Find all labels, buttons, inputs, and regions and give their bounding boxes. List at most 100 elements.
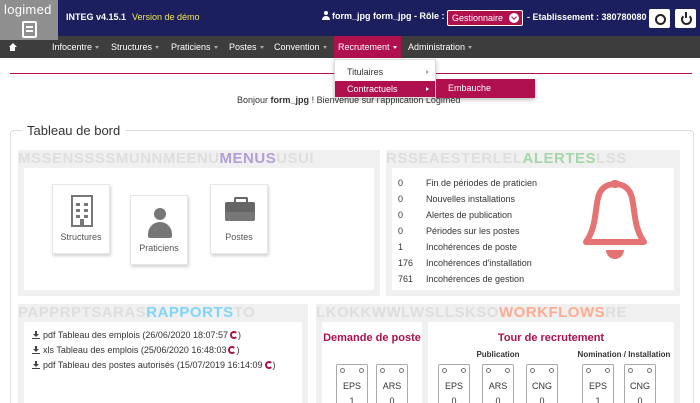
- download-icon: [32, 361, 40, 369]
- circle-icon: [399, 368, 404, 373]
- workflow-box-label: CNG: [532, 381, 552, 391]
- logimed-logo[interactable]: logimed: [0, 0, 58, 40]
- circle-icon: [380, 368, 385, 373]
- circle-icon: [586, 368, 591, 373]
- nav-item-label: Postes: [229, 42, 257, 52]
- workflows-bg-tail: RE: [605, 304, 627, 321]
- nav-item-label: Administration: [408, 42, 466, 52]
- nav-item-label: Praticiens: [171, 42, 211, 52]
- nav-item-administration[interactable]: Administration: [404, 36, 476, 58]
- alert-count: 761: [398, 274, 414, 284]
- greeting-prefix: Bonjour: [237, 95, 269, 105]
- workflow-box-ars[interactable]: ARS 0: [376, 364, 408, 403]
- greeting-user: form_jpg: [270, 95, 310, 105]
- circle-icon: [486, 368, 491, 373]
- role-select[interactable]: Gestionnaire: [447, 10, 523, 26]
- report-label: Tableau des emplois (26/06/2020 18:07:57: [57, 330, 228, 340]
- nav-item-praticiens[interactable]: Praticiens: [167, 36, 222, 58]
- submenu-item-embauche[interactable]: Embauche: [436, 79, 535, 98]
- circle-icon: [530, 368, 535, 373]
- caret-down-icon: [155, 46, 160, 49]
- workflow-box-label: EPS: [588, 381, 607, 391]
- alertes-title: ALERTES: [522, 150, 597, 167]
- circle-icon: [359, 368, 364, 373]
- tile-label: Postes: [225, 232, 253, 242]
- alertes-card: 0 Fin de périodes de praticien 0 Nouvelles…: [392, 168, 674, 290]
- report-row[interactable]: pdf Tableau des postes autorisés (15/07/…: [32, 360, 276, 372]
- workflows-title: WORKFLOWS: [498, 304, 606, 321]
- nav-item-recrutement[interactable]: Recrutement: [334, 36, 401, 58]
- alertes-bg-text: RSSEAESTERLEL: [386, 150, 523, 167]
- caret-down-icon: [468, 46, 473, 49]
- workflow-box-eps[interactable]: EPS 0: [438, 364, 470, 403]
- publication-label: Publication: [476, 350, 520, 359]
- nav-item-convention[interactable]: Convention: [270, 36, 331, 58]
- tile-label: Praticiens: [139, 243, 179, 253]
- nav-item-postes[interactable]: Postes: [225, 36, 268, 58]
- circle-icon: [647, 368, 652, 373]
- alertes-bg-tail: LSS: [596, 150, 627, 167]
- workflow-box-eps[interactable]: EPS 1: [582, 364, 614, 403]
- dropdown-item-label: Titulaires: [347, 67, 384, 77]
- menus-panel: MSSENSSSSMUNNMEENUMENUSUSUI Structures P…: [18, 150, 380, 296]
- workflow-box-value: 0: [539, 396, 545, 403]
- refresh-icon[interactable]: [230, 331, 238, 339]
- rapports-header: PAPPRPTSARASRAPPORTSTO: [18, 304, 308, 322]
- dropdown-item-titulaires[interactable]: Titulaires: [335, 64, 435, 80]
- chevron-down-icon: [509, 13, 519, 23]
- role-value: Gestionnaire: [452, 13, 504, 23]
- workflow-box-value: 1: [349, 396, 355, 403]
- workflow-box-value: 1: [595, 396, 601, 403]
- circle-icon: [549, 368, 554, 373]
- alert-label: Incohérences de gestion: [426, 274, 525, 284]
- tile-label: Structures: [60, 232, 102, 242]
- nav-item-label: Structures: [111, 42, 153, 52]
- report-type: xls: [43, 345, 54, 355]
- rapports-panel: PAPPRPTSARASRAPPORTSTO pdf Tableau des e…: [18, 304, 308, 403]
- alert-count: 0: [398, 210, 404, 220]
- workflow-box-value: 0: [637, 396, 643, 403]
- workflow-box-cng[interactable]: CNG 0: [526, 364, 558, 403]
- demande-poste-card: Demande de poste EPS 1 ARS 0: [322, 322, 422, 403]
- workflow-box-eps[interactable]: EPS 1: [336, 364, 368, 403]
- alert-label: Incohérences d'installation: [426, 258, 532, 268]
- alert-count: 0: [398, 226, 404, 236]
- workflow-box-label: ARS: [382, 381, 402, 391]
- workflow-box-cng[interactable]: CNG 0: [624, 364, 656, 403]
- tour-recrutement-title: Tour de recrutement: [497, 332, 605, 344]
- nav-item-structures[interactable]: Structures: [107, 36, 163, 58]
- menu-tile-praticiens[interactable]: Praticiens: [130, 195, 188, 265]
- report-label: Tableau des emplois (25/06/2020 16:48:03: [56, 345, 227, 355]
- menus-bg-text: MSSENSSSSMUNNMEENU: [18, 150, 220, 167]
- caret-down-icon: [213, 46, 218, 49]
- app-name: INTEG v4.15.1: [66, 12, 127, 22]
- caret-right-icon: [426, 87, 429, 91]
- settings-button[interactable]: [649, 9, 670, 28]
- workflows-bg-text: LKOKKWWLWSLLSKSO: [316, 304, 499, 321]
- menu-tile-postes[interactable]: Postes: [210, 184, 268, 254]
- alert-count: 1: [398, 242, 404, 252]
- refresh-icon[interactable]: [264, 361, 273, 369]
- nav-item-label: Recrutement: [338, 42, 390, 52]
- workflow-box-ars[interactable]: ARS 0: [482, 364, 514, 403]
- tour-recrutement-card: Tour de recrutement Publication Nominati…: [428, 322, 674, 403]
- submenu-item-label: Embauche: [448, 83, 492, 93]
- dropdown-item-contractuels[interactable]: Contractuels: [335, 81, 435, 97]
- document-icon: [22, 21, 37, 38]
- circle-icon: [605, 368, 610, 373]
- caret-down-icon: [95, 46, 100, 49]
- menus-header: MSSENSSSSMUNNMEENUMENUSUSUI: [18, 150, 380, 168]
- report-row[interactable]: xls Tableau des emplois (25/06/2020 16:4…: [32, 345, 239, 357]
- main-nav: Infocentre Structures Praticiens Postes …: [0, 36, 700, 58]
- logout-button[interactable]: [675, 9, 696, 28]
- rapports-title: RAPPORTS: [146, 304, 234, 321]
- workflow-box-value: 0: [389, 396, 395, 403]
- briefcase-icon: [225, 197, 255, 221]
- home-icon[interactable]: [8, 43, 17, 51]
- menu-tile-structures[interactable]: Structures: [52, 184, 110, 254]
- download-icon: [32, 331, 40, 339]
- alert-count: 0: [398, 178, 404, 188]
- workflow-box-label: EPS: [444, 381, 463, 391]
- report-row[interactable]: pdf Tableau des emplois (26/06/2020 18:0…: [32, 330, 241, 342]
- bell-icon: [583, 180, 647, 259]
